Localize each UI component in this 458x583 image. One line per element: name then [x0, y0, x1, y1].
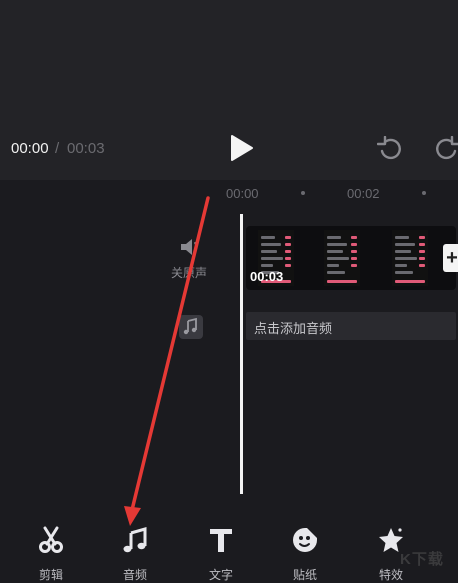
tool-sticker[interactable]: 贴纸 — [270, 520, 340, 582]
redo-icon[interactable] — [434, 136, 458, 162]
tool-audio[interactable]: 音频 — [100, 520, 170, 582]
play-icon[interactable] — [228, 134, 254, 162]
current-time: 00:00 — [11, 140, 49, 157]
time-separator: / — [55, 140, 60, 157]
tool-label: 贴纸 — [292, 568, 317, 582]
music-note-icon — [123, 527, 147, 553]
sticker-icon — [293, 528, 317, 552]
scissors-icon — [39, 526, 63, 553]
clip-duration: 00:03 — [250, 269, 284, 284]
clip-thumbnail — [392, 230, 428, 286]
clip-thumbnail — [324, 230, 360, 286]
playhead[interactable] — [240, 214, 243, 494]
ruler-label-0: 00:00 — [226, 186, 259, 201]
tool-text[interactable]: 文字 — [186, 520, 256, 582]
music-track-icon[interactable] — [179, 315, 203, 339]
text-icon — [210, 529, 232, 552]
watermark-logo: K下载 — [400, 551, 444, 568]
video-preview[interactable] — [0, 0, 458, 118]
mute-original-label[interactable]: 关原声 — [171, 264, 207, 281]
speaker-icon[interactable] — [179, 237, 201, 257]
total-time: 00:03 — [67, 140, 105, 157]
tool-label: 音频 — [122, 568, 147, 582]
playback-controls: 00:00 / 00:03 — [0, 118, 458, 180]
add-clip-button[interactable]: + — [443, 244, 458, 272]
tool-label: 剪辑 — [38, 568, 63, 582]
tool-cut[interactable]: 剪辑 — [16, 520, 86, 582]
ruler-dot — [301, 191, 305, 195]
add-audio-label: 点击添加音频 — [254, 321, 333, 336]
ruler-dot — [422, 191, 426, 195]
ruler-label-1: 00:02 — [347, 186, 380, 201]
add-audio-track[interactable]: 点击添加音频 — [246, 312, 456, 340]
tool-label: 文字 — [208, 568, 233, 582]
timeline-panel[interactable]: 00:00 00:02 关原声 00:03 + 点击添加音频 — [0, 180, 458, 520]
bottom-toolbar: 剪辑 音频 文字 贴纸 特效 — [0, 520, 458, 582]
undo-icon[interactable] — [377, 136, 403, 162]
